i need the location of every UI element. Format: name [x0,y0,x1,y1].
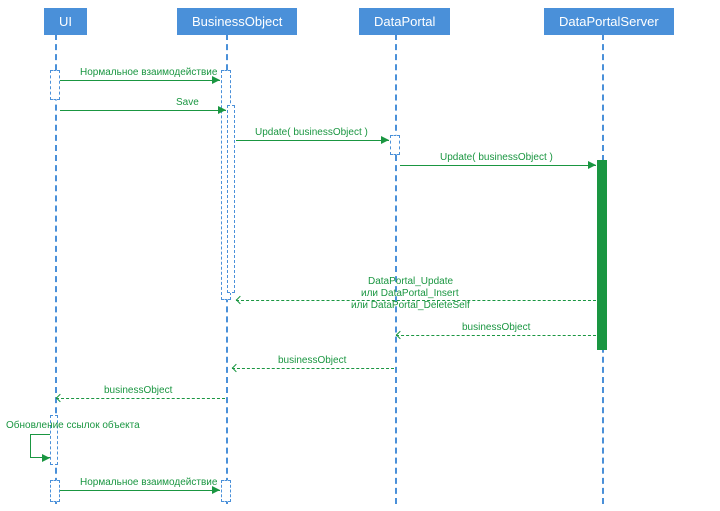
msg-r4: businessObject [104,385,172,396]
arrow-m4 [400,165,596,166]
msg-r1c: или DataPortal_DeleteSelf [351,300,470,311]
msg-m1: Нормальное взаимодействие [80,67,217,78]
actor-businessobject: BusinessObject [177,8,297,35]
arrow-r3 [232,368,394,369]
msg-r3: businessObject [278,355,346,366]
arrow-m3 [236,140,389,141]
msg-m2: Save [176,97,199,108]
msg-r1a: DataPortal_Update [368,276,453,287]
arrow-r1-head [236,296,244,304]
msg-m4: Update( businessObject ) [440,152,553,163]
activation-ui-1 [50,70,60,100]
msg-m5: Нормальное взаимодействие [80,477,217,488]
arrow-r4 [56,398,225,399]
msg-self1: Обновление ссылок объекта [6,420,140,431]
arrow-m5 [60,490,220,491]
activation-bo-2 [221,480,231,502]
msg-m3: Update( businessObject ) [255,127,368,138]
lifeline-dp [395,34,397,504]
arrow-m2-head [218,106,226,114]
arrow-r4-head [56,394,64,402]
arrow-m2 [60,110,226,111]
msg-r1b: или DataPortal_Insert [361,288,459,299]
activation-bo-1b [227,105,235,293]
arrow-m4-head [588,161,596,169]
arrow-r2 [396,335,596,336]
actor-dataportalserver: DataPortalServer [544,8,674,35]
arrow-r2-head [396,331,404,339]
arrow-r3-head [232,364,240,372]
self-loop-head [42,454,50,462]
activation-dps-1 [597,160,607,350]
activation-ui-3 [50,480,60,502]
arrow-m3-head [381,136,389,144]
msg-r2: businessObject [462,322,530,333]
actor-ui: UI [44,8,87,35]
activation-dp-1 [390,135,400,155]
arrow-m1 [60,80,220,81]
actor-dataportal: DataPortal [359,8,450,35]
